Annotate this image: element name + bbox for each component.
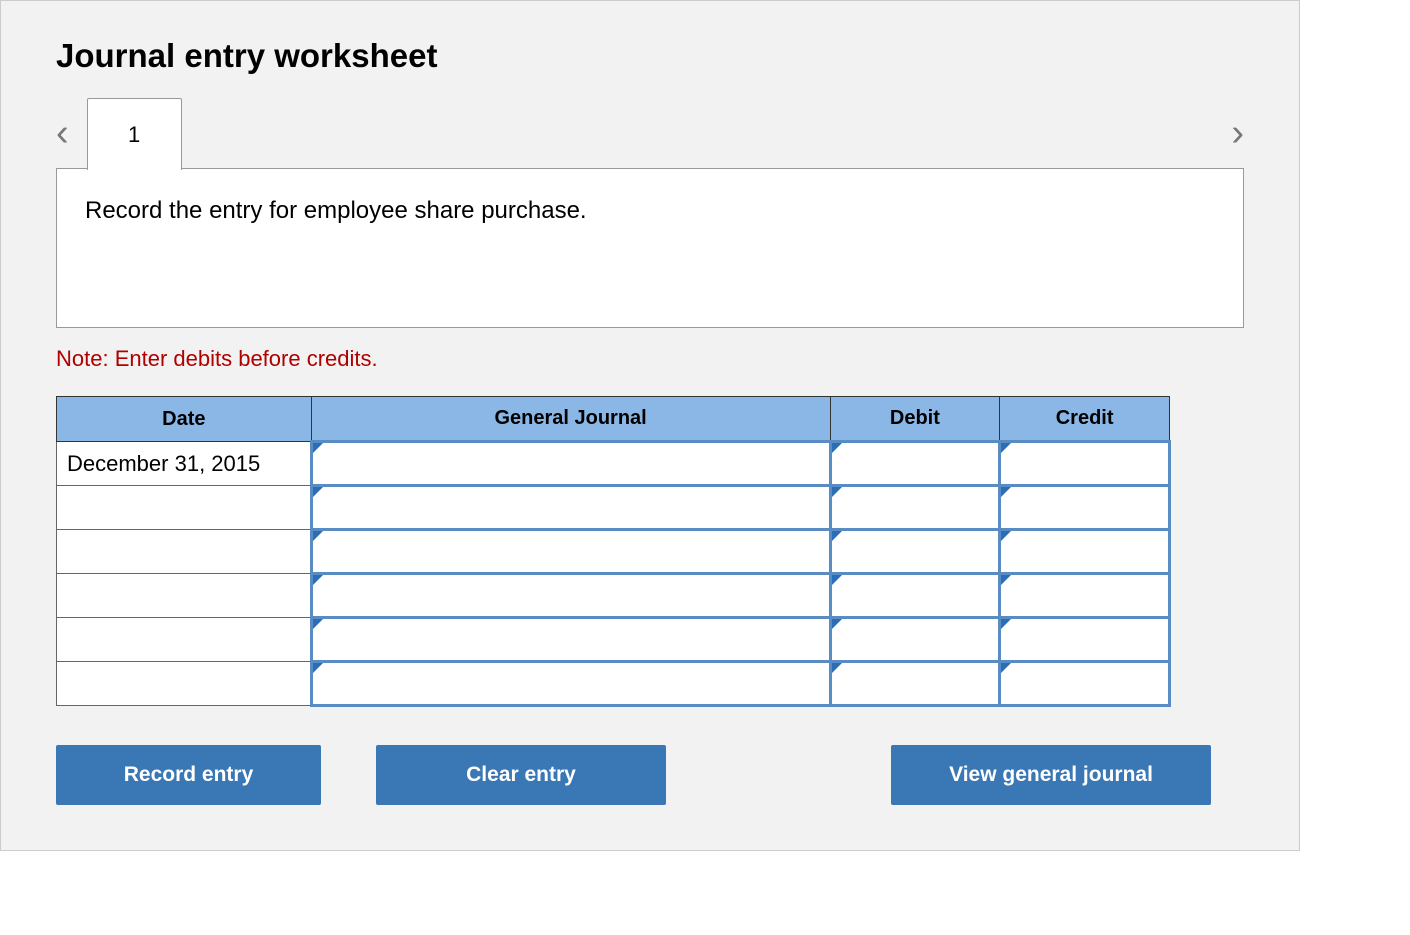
journal-entry-table: Date General Journal Debit Credit Decemb… xyxy=(56,396,1171,707)
credit-cell[interactable] xyxy=(1000,662,1170,706)
general-journal-cell[interactable] xyxy=(311,618,830,662)
chevron-left-icon[interactable]: ‹ xyxy=(56,114,69,152)
dropdown-flag-icon xyxy=(313,619,323,629)
dropdown-flag-icon xyxy=(313,487,323,497)
dropdown-flag-icon xyxy=(313,531,323,541)
credit-cell[interactable] xyxy=(1000,486,1170,530)
dropdown-flag-icon xyxy=(832,575,842,585)
date-cell[interactable]: December 31, 2015 xyxy=(57,442,312,486)
table-row xyxy=(57,662,1170,706)
credit-cell[interactable] xyxy=(1000,574,1170,618)
dropdown-flag-icon xyxy=(832,487,842,497)
dropdown-flag-icon xyxy=(313,443,323,453)
col-header-debit: Debit xyxy=(830,397,1000,442)
col-header-date: Date xyxy=(57,397,312,442)
tab-1[interactable]: 1 xyxy=(87,98,182,170)
record-entry-button[interactable]: Record entry xyxy=(56,745,321,805)
date-cell[interactable] xyxy=(57,574,312,618)
general-journal-cell[interactable] xyxy=(311,442,830,486)
view-general-journal-button[interactable]: View general journal xyxy=(891,745,1211,805)
dropdown-flag-icon xyxy=(832,531,842,541)
note-text: Note: Enter debits before credits. xyxy=(56,346,1244,372)
worksheet-panel: Journal entry worksheet ‹ 1 › Record the… xyxy=(0,0,1300,851)
general-journal-cell[interactable] xyxy=(311,530,830,574)
general-journal-cell[interactable] xyxy=(311,486,830,530)
page-title: Journal entry worksheet xyxy=(56,37,1244,75)
button-row: Record entry Clear entry View general jo… xyxy=(56,745,1211,805)
table-row xyxy=(57,618,1170,662)
date-cell[interactable] xyxy=(57,530,312,574)
table-row xyxy=(57,574,1170,618)
dropdown-flag-icon xyxy=(313,663,323,673)
table-row xyxy=(57,486,1170,530)
dropdown-flag-icon xyxy=(1001,443,1011,453)
debit-cell[interactable] xyxy=(830,618,1000,662)
table-row xyxy=(57,530,1170,574)
debit-cell[interactable] xyxy=(830,486,1000,530)
dropdown-flag-icon xyxy=(1001,575,1011,585)
debit-cell[interactable] xyxy=(830,530,1000,574)
general-journal-cell[interactable] xyxy=(311,574,830,618)
col-header-credit: Credit xyxy=(1000,397,1170,442)
date-cell[interactable] xyxy=(57,662,312,706)
credit-cell[interactable] xyxy=(1000,530,1170,574)
credit-cell[interactable] xyxy=(1000,442,1170,486)
dropdown-flag-icon xyxy=(1001,619,1011,629)
dropdown-flag-icon xyxy=(1001,663,1011,673)
general-journal-cell[interactable] xyxy=(311,662,830,706)
debit-cell[interactable] xyxy=(830,662,1000,706)
tab-left-group: ‹ 1 xyxy=(56,97,182,169)
dropdown-flag-icon xyxy=(832,663,842,673)
credit-cell[interactable] xyxy=(1000,618,1170,662)
dropdown-flag-icon xyxy=(1001,531,1011,541)
tab-row: ‹ 1 › xyxy=(56,97,1244,169)
instruction-box: Record the entry for employee share purc… xyxy=(56,168,1244,328)
date-cell[interactable] xyxy=(57,486,312,530)
debit-cell[interactable] xyxy=(830,574,1000,618)
dropdown-flag-icon xyxy=(832,619,842,629)
date-cell[interactable] xyxy=(57,618,312,662)
dropdown-flag-icon xyxy=(313,575,323,585)
debit-cell[interactable] xyxy=(830,442,1000,486)
table-row: December 31, 2015 xyxy=(57,442,1170,486)
dropdown-flag-icon xyxy=(832,443,842,453)
dropdown-flag-icon xyxy=(1001,487,1011,497)
table-body: December 31, 2015 xyxy=(57,442,1170,706)
col-header-general-journal: General Journal xyxy=(311,397,830,442)
clear-entry-button[interactable]: Clear entry xyxy=(376,745,666,805)
chevron-right-icon[interactable]: › xyxy=(1231,114,1244,152)
